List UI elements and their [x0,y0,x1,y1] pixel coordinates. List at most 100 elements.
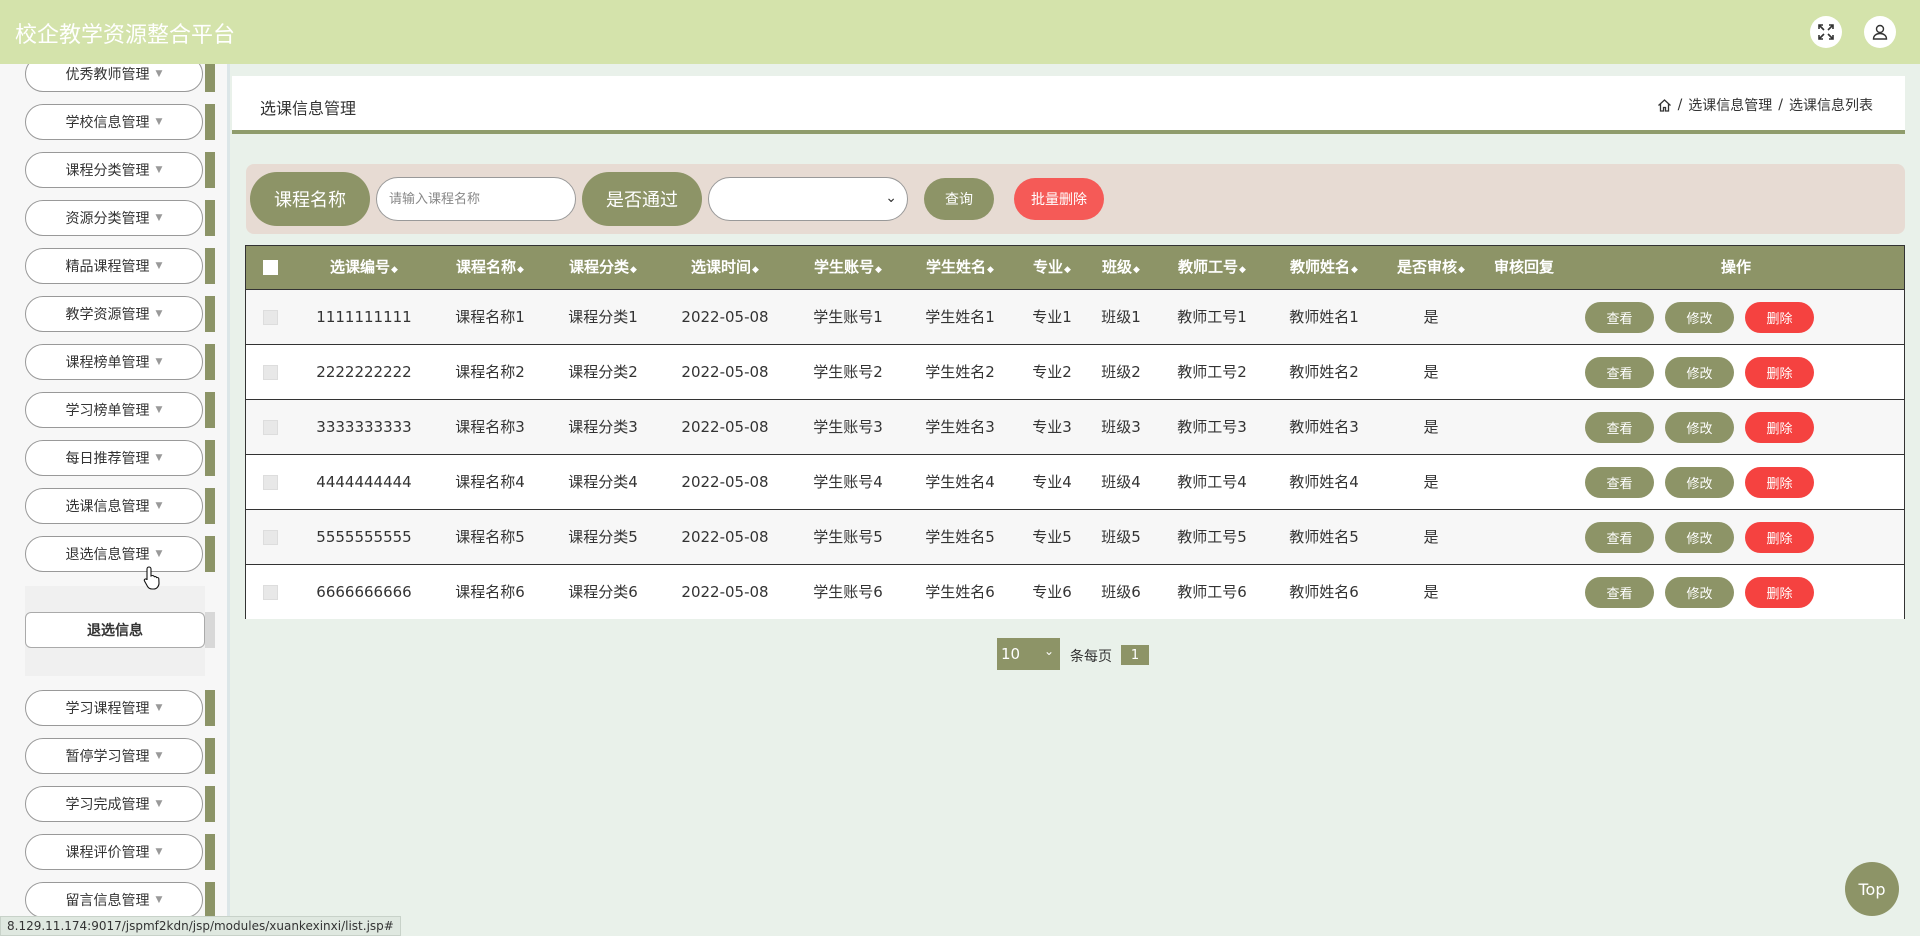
sidebar-item[interactable]: 精品课程管理 ▼ [25,248,215,284]
delete-button[interactable]: 删除 [1745,357,1814,388]
sort-icon[interactable]: ◆ [630,265,637,275]
sidebar-item-button[interactable]: 学校信息管理 ▼ [25,104,203,140]
home-icon[interactable] [1657,98,1672,113]
caret-down-icon: ▼ [155,357,163,367]
delete-button[interactable]: 删除 [1745,522,1814,553]
select-all-checkbox[interactable] [263,260,278,275]
caret-down-icon: ▼ [155,799,163,809]
sidebar-item-button[interactable]: 精品课程管理 ▼ [25,248,203,284]
sidebar-item[interactable]: 每日推荐管理 ▼ [25,440,215,476]
column-header-label: 专业 [1033,258,1064,276]
user-icon[interactable] [1864,16,1896,48]
page-number-current[interactable]: 1 [1121,645,1149,665]
sort-icon[interactable]: ◆ [517,265,524,275]
row-checkbox[interactable] [263,475,278,490]
table-cell: 课程名称3 [455,418,525,436]
sidebar-item[interactable]: 优秀教师管理 ▼ [25,64,215,92]
sidebar-item[interactable]: 学习完成管理 ▼ [25,786,215,822]
column-header[interactable]: 选课编号◆ [304,246,424,289]
sidebar-item-button[interactable]: 学习榜单管理 ▼ [25,392,203,428]
column-header[interactable]: 课程分类◆ [543,246,663,289]
sidebar-item-button[interactable]: 退选信息管理 ▼ [25,536,203,572]
sidebar-item[interactable]: 留言信息管理 ▼ [25,882,215,918]
sort-icon[interactable]: ◆ [1239,265,1246,275]
sidebar-item-button[interactable]: 学习完成管理 ▼ [25,786,203,822]
delete-button[interactable]: 删除 [1745,577,1814,608]
edit-button[interactable]: 修改 [1665,577,1734,608]
sidebar-item[interactable]: 教学资源管理 ▼ [25,296,215,332]
table-cell: 教师工号4 [1177,473,1247,491]
sidebar-item[interactable]: 学校信息管理 ▼ [25,104,215,140]
breadcrumb-separator: / [1778,97,1783,113]
page-size-select[interactable]: 10 ⌄ [997,638,1060,670]
course-name-label: 课程名称 [250,172,370,226]
breadcrumb: / 选课信息管理 / 选课信息列表 [1657,95,1873,115]
row-checkbox[interactable] [263,365,278,380]
view-button[interactable]: 查看 [1585,302,1654,333]
column-header[interactable]: 教师姓名◆ [1264,246,1384,289]
sort-icon[interactable]: ◆ [391,265,398,275]
query-button[interactable]: 查询 [924,178,994,220]
sidebar-item-button[interactable]: 课程分类管理 ▼ [25,152,203,188]
table-row: 4444444444 课程名称4 课程分类4 2022-05-08 学生账号4 学生姓名4… [246,454,1904,509]
sort-icon[interactable]: ◆ [875,265,882,275]
column-header[interactable]: 课程名称◆ [430,246,550,289]
row-checkbox[interactable] [263,585,278,600]
table-cell: 教师姓名5 [1289,528,1359,546]
row-checkbox[interactable] [263,530,278,545]
sidebar-item[interactable]: 学习课程管理 ▼ [25,690,215,726]
fullscreen-icon[interactable] [1810,16,1842,48]
back-to-top-button[interactable]: Top [1845,862,1899,916]
column-header[interactable]: 选课时间◆ [665,246,785,289]
table-cell: 2022-05-08 [681,418,769,436]
sidebar-item-button[interactable]: 课程评价管理 ▼ [25,834,203,870]
sort-icon[interactable]: ◆ [1351,265,1358,275]
sort-icon[interactable]: ◆ [1133,265,1140,275]
view-button[interactable]: 查看 [1585,412,1654,443]
edit-button[interactable]: 修改 [1665,302,1734,333]
column-header[interactable]: 教师工号◆ [1152,246,1272,289]
view-button[interactable]: 查看 [1585,357,1654,388]
sidebar-item[interactable]: 学习榜单管理 ▼ [25,392,215,428]
edit-button[interactable]: 修改 [1665,467,1734,498]
sidebar-item[interactable]: 资源分类管理 ▼ [25,200,215,236]
sidebar-item[interactable]: 暂停学习管理 ▼ [25,738,215,774]
sidebar-item[interactable]: 选课信息管理 ▼ [25,488,215,524]
sidebar-item-button[interactable]: 学习课程管理 ▼ [25,690,203,726]
column-header[interactable]: 学生账号◆ [788,246,908,289]
delete-button[interactable]: 删除 [1745,467,1814,498]
sidebar-item[interactable]: 课程分类管理 ▼ [25,152,215,188]
sidebar-item[interactable]: 课程榜单管理 ▼ [25,344,215,380]
delete-button[interactable]: 删除 [1745,412,1814,443]
pass-status-select[interactable]: ⌄ [708,177,908,221]
sidebar-item-button[interactable]: 资源分类管理 ▼ [25,200,203,236]
sidebar-item[interactable]: 退选信息管理 ▼ [25,536,215,572]
view-button[interactable]: 查看 [1585,577,1654,608]
top-bar: 校企教学资源整合平台 [0,0,1920,64]
view-button[interactable]: 查看 [1585,467,1654,498]
breadcrumb-level1[interactable]: 选课信息管理 [1688,95,1772,115]
table-cell: 2022-05-08 [681,308,769,326]
row-checkbox[interactable] [263,420,278,435]
table-cell: 2022-05-08 [681,583,769,601]
sidebar-item-button[interactable]: 留言信息管理 ▼ [25,882,203,918]
sidebar-item-button[interactable]: 教学资源管理 ▼ [25,296,203,332]
sidebar-item-button[interactable]: 每日推荐管理 ▼ [25,440,203,476]
sidebar-item-button[interactable]: 课程榜单管理 ▼ [25,344,203,380]
submenu-item-withdraw-info[interactable]: 退选信息 [25,612,205,648]
sidebar-item-button[interactable]: 暂停学习管理 ▼ [25,738,203,774]
edit-button[interactable]: 修改 [1665,357,1734,388]
column-header-label: 审核回复 [1493,258,1554,276]
course-name-input[interactable] [376,177,576,221]
table-cell: 教师姓名6 [1289,583,1359,601]
sidebar-item[interactable]: 课程评价管理 ▼ [25,834,215,870]
sidebar-item-button[interactable]: 优秀教师管理 ▼ [25,64,203,92]
edit-button[interactable]: 修改 [1665,412,1734,443]
view-button[interactable]: 查看 [1585,522,1654,553]
edit-button[interactable]: 修改 [1665,522,1734,553]
batch-delete-button[interactable]: 批量删除 [1014,178,1104,220]
sidebar-item-button[interactable]: 选课信息管理 ▼ [25,488,203,524]
delete-button[interactable]: 删除 [1745,302,1814,333]
row-checkbox[interactable] [263,310,278,325]
sort-icon[interactable]: ◆ [752,265,759,275]
